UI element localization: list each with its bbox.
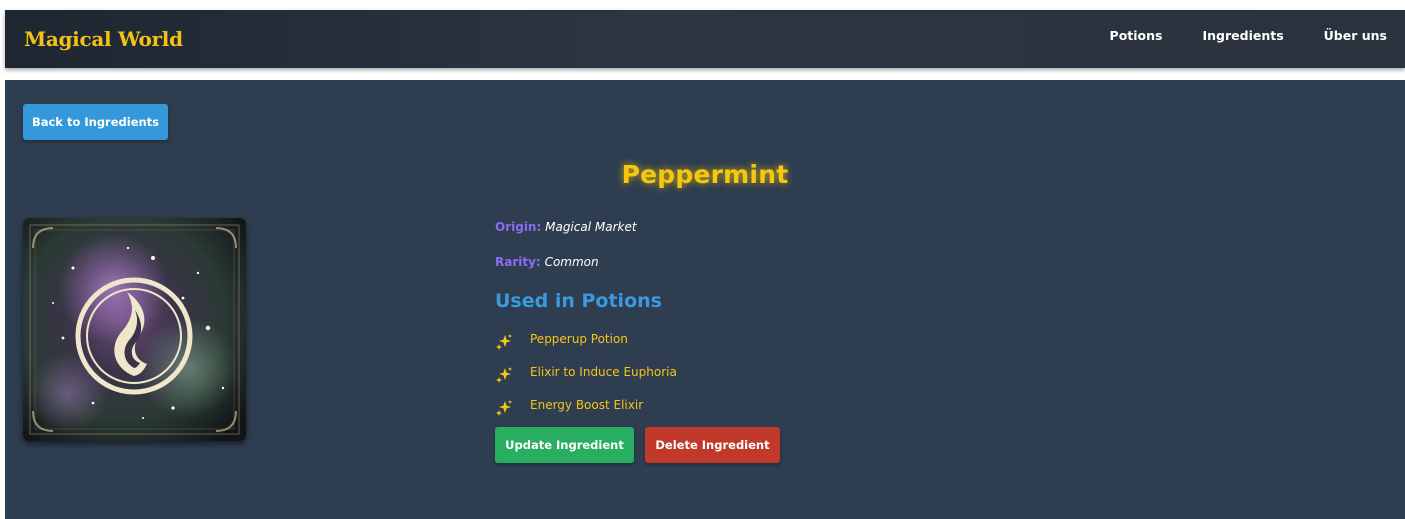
update-ingredient-button[interactable]: Update Ingredient [495,427,634,463]
rarity-label: Rarity: [495,255,541,269]
sparkles-icon [496,367,512,383]
sparkles-icon [496,334,512,350]
potion-list: Pepperup Potion Elixir to Induce Euphori… [495,328,780,416]
ingredient-detail-panel: Back to Ingredients Peppermint Origin: M… [5,80,1405,519]
ingredient-emblem-image [23,218,246,441]
back-to-ingredients-button[interactable]: Back to Ingredients [23,104,168,140]
used-in-potions-heading: Used in Potions [495,290,662,312]
ingredient-info: Origin: Magical Market Rarity: Common Us… [495,220,780,463]
brand-logo[interactable]: Magical World [24,27,183,51]
potion-name: Energy Boost Elixir [530,398,644,412]
potion-list-item[interactable]: Elixir to Induce Euphoria [495,361,780,383]
ingredient-actions: Update Ingredient Delete Ingredient [495,427,780,463]
ingredient-title: Peppermint [621,160,789,189]
rarity-row: Rarity: Common [495,255,780,271]
origin-label: Origin: [495,220,542,234]
nav-link-about[interactable]: Über uns [1324,28,1387,43]
rarity-value: Common [544,255,599,269]
potion-list-item[interactable]: Energy Boost Elixir [495,394,780,416]
sparkles-icon [496,400,512,416]
origin-row: Origin: Magical Market [495,220,780,236]
nav-link-potions[interactable]: Potions [1110,28,1163,43]
nav-link-ingredients[interactable]: Ingredients [1202,28,1283,43]
potion-name: Elixir to Induce Euphoria [530,365,677,379]
origin-value: Magical Market [545,220,637,234]
nav-links: Potions Ingredients Über uns [1070,28,1387,43]
delete-ingredient-button[interactable]: Delete Ingredient [645,427,780,463]
potion-list-item[interactable]: Pepperup Potion [495,328,780,350]
ingredient-image [23,218,246,441]
potion-name: Pepperup Potion [530,332,628,346]
top-navbar: Magical World Potions Ingredients Über u… [5,10,1405,68]
